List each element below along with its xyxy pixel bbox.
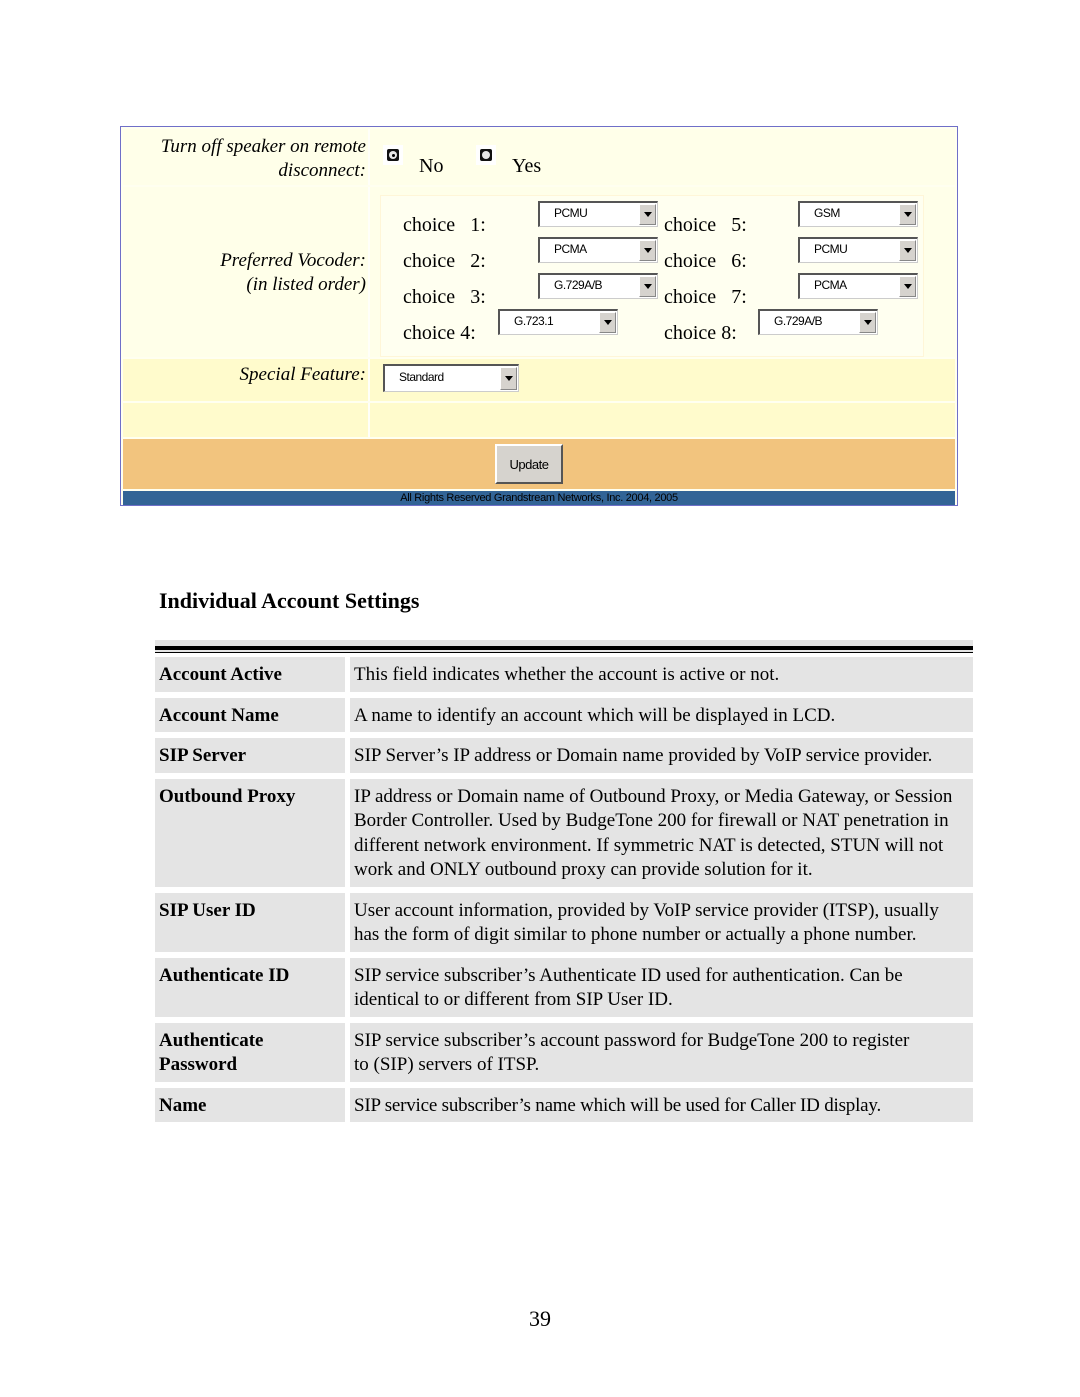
- setting-description: This field indicates whether the account…: [350, 657, 973, 692]
- setting-name: Authenticate ID: [155, 957, 345, 1017]
- special-feature-label: Special Feature:: [239, 364, 366, 385]
- choice-1-label: choice 1:: [403, 214, 486, 236]
- choice-8-value: G.729A/B: [774, 314, 823, 328]
- table-row: Account Active This field indicates whet…: [155, 657, 973, 692]
- setting-description: SIP Server’s IP address or Domain name p…: [350, 738, 973, 773]
- dropdown-arrow-icon[interactable]: [899, 204, 916, 225]
- table-row: Outbound Proxy IP address or Domain name…: [155, 778, 973, 887]
- preferred-vocoder-row: Preferred Vocoder: (in listed order) cho…: [123, 187, 955, 357]
- speaker-disconnect-row: Turn off speaker on remote disconnect: N…: [123, 129, 955, 185]
- update-button[interactable]: Update: [495, 444, 563, 484]
- copyright-text: All Rights Reserved Grandstream Networks…: [400, 492, 678, 504]
- special-feature-row: Special Feature: Standard: [123, 359, 955, 401]
- choice-2-select[interactable]: PCMA: [538, 237, 658, 263]
- table-row: Authenticate Password SIP service subscr…: [155, 1022, 973, 1082]
- setting-description: SIP service subscriber’s Authenticate ID…: [350, 957, 973, 1017]
- column-separator: [368, 129, 370, 185]
- table-row: SIP User ID User account information, pr…: [155, 892, 973, 952]
- account-settings-table: Account Active This field indicates whet…: [155, 640, 973, 1128]
- choice-8-label: choice 8:: [664, 322, 737, 344]
- footer-bar: All Rights Reserved Grandstream Networks…: [123, 491, 955, 505]
- table-row: Account Name A name to identify an accou…: [155, 697, 973, 732]
- dropdown-arrow-icon[interactable]: [639, 204, 656, 225]
- choice-6-select[interactable]: PCMU: [798, 237, 918, 263]
- vocoder-choices-grid: choice 1: PCMU choice 2: PCMA choice 3: …: [380, 195, 924, 357]
- column-separator: [368, 403, 370, 437]
- blank-row: [123, 403, 955, 437]
- setting-name: Name: [155, 1087, 345, 1122]
- choice-6-value: PCMU: [814, 242, 848, 256]
- dropdown-arrow-icon[interactable]: [639, 276, 656, 297]
- setting-name: Authenticate Password: [155, 1022, 345, 1082]
- preferred-vocoder-label: Preferred Vocoder: (in listed order): [220, 249, 366, 297]
- settings-panel: Turn off speaker on remote disconnect: N…: [120, 126, 958, 506]
- page-number: 39: [529, 1306, 551, 1331]
- radio-yes-label: Yes: [512, 155, 542, 177]
- choice-4-label: choice 4:: [403, 322, 476, 344]
- table-row: Authenticate ID SIP service subscriber’s…: [155, 957, 973, 1017]
- special-feature-value: Standard: [399, 370, 444, 384]
- choice-4-value: G.723.1: [514, 314, 554, 328]
- choice-2-value: PCMA: [554, 242, 587, 256]
- speaker-label-line1: Turn off speaker on remote: [160, 136, 366, 157]
- choice-8-select[interactable]: G.729A/B: [758, 309, 878, 335]
- section-title: Individual Account Settings: [159, 588, 420, 613]
- speaker-disconnect-label: Turn off speaker on remote disconnect:: [161, 135, 366, 183]
- choice-1-select[interactable]: PCMU: [538, 201, 658, 227]
- radio-no-label: No: [419, 155, 444, 177]
- choice-7-select[interactable]: PCMA: [798, 273, 918, 299]
- dropdown-arrow-icon[interactable]: [500, 367, 517, 390]
- update-row: Update: [123, 439, 955, 489]
- choice-7-label: choice 7:: [664, 286, 747, 308]
- dropdown-arrow-icon[interactable]: [899, 240, 916, 261]
- choice-4-select[interactable]: G.723.1: [498, 309, 618, 335]
- table-row: SIP Server SIP Server’s IP address or Do…: [155, 738, 973, 773]
- dropdown-arrow-icon[interactable]: [639, 240, 656, 261]
- setting-description: User account information, provided by Vo…: [350, 892, 973, 952]
- choice-3-value: G.729A/B: [554, 278, 603, 292]
- setting-description: SIP service subscriber’s account passwor…: [350, 1022, 973, 1082]
- choice-3-label: choice 3:: [403, 286, 486, 308]
- choice-3-select[interactable]: G.729A/B: [538, 273, 658, 299]
- choice-5-label: choice 5:: [664, 214, 747, 236]
- choice-7-value: PCMA: [814, 278, 847, 292]
- dropdown-arrow-icon[interactable]: [899, 276, 916, 297]
- choice-1-value: PCMU: [554, 206, 588, 220]
- setting-name: Outbound Proxy: [155, 778, 345, 887]
- setting-name: Account Name: [155, 697, 345, 732]
- setting-name: SIP Server: [155, 738, 345, 773]
- setting-description: SIP service subscriber’s name which will…: [350, 1087, 973, 1122]
- choice-2-label: choice 2:: [403, 250, 486, 272]
- setting-name: Account Active: [155, 657, 345, 692]
- dropdown-arrow-icon[interactable]: [599, 312, 616, 333]
- radio-no[interactable]: [383, 145, 403, 165]
- vocoder-label-line2: (in listed order): [246, 274, 366, 295]
- dropdown-arrow-icon[interactable]: [859, 312, 876, 333]
- column-separator: [368, 359, 370, 401]
- setting-description: IP address or Domain name of Outbound Pr…: [350, 778, 973, 887]
- setting-description: A name to identify an account which will…: [350, 697, 973, 732]
- column-separator: [368, 187, 370, 357]
- choice-5-value: GSM: [814, 206, 840, 220]
- radio-selected-dot: [391, 153, 395, 157]
- setting-name: SIP User ID: [155, 892, 345, 952]
- speaker-label-line2: disconnect:: [278, 160, 366, 181]
- vocoder-label-line1: Preferred Vocoder:: [220, 250, 366, 271]
- table-row: Name SIP service subscriber’s name which…: [155, 1087, 973, 1122]
- choice-5-select[interactable]: GSM: [798, 201, 918, 227]
- choice-6-label: choice 6:: [664, 250, 747, 272]
- radio-yes[interactable]: [476, 145, 496, 165]
- special-feature-select[interactable]: Standard: [383, 364, 519, 392]
